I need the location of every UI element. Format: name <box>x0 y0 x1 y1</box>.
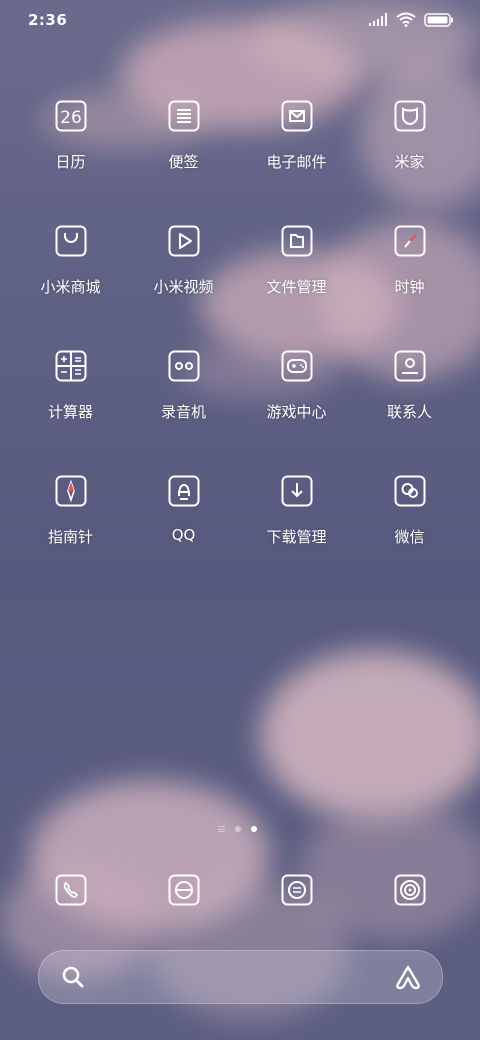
app-game-center[interactable]: 游戏中心 <box>240 350 353 422</box>
app-label: 下载管理 <box>266 528 327 546</box>
app-label: QQ <box>171 526 196 544</box>
app-clock[interactable]: 时钟 <box>353 225 466 297</box>
app-email[interactable]: 电子邮件 <box>240 100 353 172</box>
wechat-icon <box>394 475 425 507</box>
camera-icon <box>394 874 425 906</box>
app-mi-store[interactable]: 小米商城 <box>14 225 127 297</box>
page-dot <box>235 826 241 832</box>
calendar-icon: 26 <box>55 100 86 132</box>
recorder-icon <box>168 350 199 382</box>
app-label: 小米视频 <box>153 278 214 296</box>
app-notes[interactable]: 便签 <box>127 100 240 172</box>
app-label: 微信 <box>394 528 425 546</box>
dock-camera[interactable] <box>353 874 466 906</box>
mail-icon <box>281 100 312 132</box>
shop-bag-icon <box>55 225 86 257</box>
app-label: 电子邮件 <box>266 153 327 171</box>
video-play-icon <box>168 225 199 257</box>
app-wechat[interactable]: 微信 <box>353 475 466 547</box>
app-calculator[interactable]: 计算器 <box>14 350 127 422</box>
app-downloads[interactable]: 下载管理 <box>240 475 353 547</box>
notes-icon <box>168 100 199 132</box>
app-qq[interactable]: QQ <box>127 475 240 544</box>
messages-icon <box>281 874 312 906</box>
app-mijia[interactable]: 米家 <box>353 100 466 172</box>
folder-icon <box>281 225 312 257</box>
app-label: 指南针 <box>47 528 93 546</box>
wifi-icon <box>396 12 416 27</box>
app-label: 文件管理 <box>266 278 327 296</box>
app-label: 便签 <box>168 153 199 171</box>
signal-icon <box>369 12 387 26</box>
qq-icon <box>168 475 199 507</box>
dock-messages[interactable] <box>240 874 353 906</box>
search-icon <box>62 966 84 988</box>
phone-icon <box>55 874 86 906</box>
search-bar[interactable] <box>38 950 443 1004</box>
app-label: 游戏中心 <box>266 403 327 421</box>
app-label: 小米商城 <box>40 278 101 296</box>
app-recorder[interactable]: 录音机 <box>127 350 240 422</box>
page-dot-active <box>251 826 257 832</box>
battery-icon <box>424 12 453 27</box>
clock-icon <box>394 225 425 257</box>
app-contacts[interactable]: 联系人 <box>353 350 466 422</box>
calculator-icon <box>55 350 86 382</box>
app-label: 联系人 <box>386 403 432 421</box>
app-file-manager[interactable]: 文件管理 <box>240 225 353 297</box>
contacts-icon <box>394 350 425 382</box>
app-compass[interactable]: 指南针 <box>14 475 127 547</box>
app-label: 日历 <box>55 153 86 171</box>
app-label: 计算器 <box>47 403 93 421</box>
clock-time: 2:36 <box>28 11 68 29</box>
page-indicator[interactable] <box>218 826 257 832</box>
gamepad-icon <box>281 350 312 382</box>
app-label: 录音机 <box>160 403 206 421</box>
voice-assistant-icon[interactable] <box>394 964 422 990</box>
status-bar: 2:36 <box>0 0 480 40</box>
app-label: 米家 <box>394 153 425 171</box>
compass-icon <box>55 475 86 507</box>
app-mi-video[interactable]: 小米视频 <box>127 225 240 297</box>
svg-text:26: 26 <box>60 108 82 128</box>
page-list-icon <box>218 826 225 832</box>
app-label: 时钟 <box>394 278 425 296</box>
app-calendar[interactable]: 26 日历 <box>14 100 127 172</box>
mijia-icon <box>394 100 425 132</box>
download-icon <box>281 475 312 507</box>
dock-browser[interactable] <box>127 874 240 906</box>
browser-icon <box>168 874 199 906</box>
dock-phone[interactable] <box>14 874 127 906</box>
